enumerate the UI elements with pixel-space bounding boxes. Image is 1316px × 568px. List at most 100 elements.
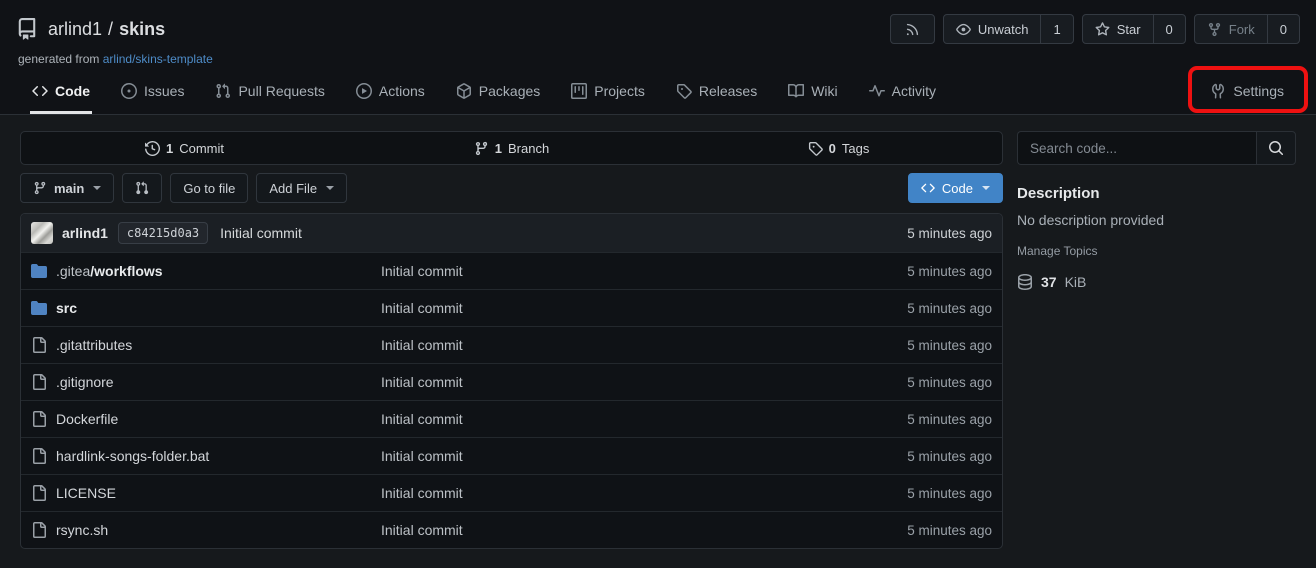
fork-button-group: Fork 0 <box>1194 14 1300 44</box>
search-button[interactable] <box>1256 131 1296 165</box>
tab-packages[interactable]: Packages <box>454 74 542 114</box>
row-commit-message[interactable]: Initial commit <box>381 485 907 501</box>
file-icon <box>31 522 47 538</box>
fork-button[interactable]: Fork <box>1195 15 1267 43</box>
unwatch-label: Unwatch <box>978 22 1029 37</box>
tags-count: 0 <box>829 141 836 156</box>
folder-icon <box>31 300 47 316</box>
main-content: 1 Commit 1 Branch 0 Tags main <box>0 115 1316 565</box>
file-link[interactable]: Dockerfile <box>56 411 118 427</box>
play-icon <box>356 83 372 99</box>
commit-time: 5 minutes ago <box>907 226 992 241</box>
add-file-button[interactable]: Add File <box>256 173 347 203</box>
star-label: Star <box>1117 22 1141 37</box>
rss-button[interactable] <box>890 14 935 44</box>
rss-icon <box>905 22 920 37</box>
file-link[interactable]: LICENSE <box>56 485 116 501</box>
branch-icon <box>33 181 47 195</box>
repo-sidebar: Description No description provided Mana… <box>1017 131 1296 549</box>
tab-actions[interactable]: Actions <box>354 74 427 114</box>
chevron-down-icon <box>982 186 990 190</box>
manage-topics-link[interactable]: Manage Topics <box>1017 244 1098 258</box>
tab-wiki-label: Wiki <box>811 83 837 99</box>
pull-request-icon <box>215 83 231 99</box>
tab-pull-requests[interactable]: Pull Requests <box>213 74 326 114</box>
commit-message-link[interactable]: Initial commit <box>220 225 302 241</box>
file-link[interactable]: hardlink-songs-folder.bat <box>56 448 209 464</box>
row-commit-message[interactable]: Initial commit <box>381 263 907 279</box>
issue-icon <box>121 83 137 99</box>
folder-link[interactable]: /workflows <box>90 263 162 279</box>
current-branch-name: main <box>54 181 84 196</box>
code-download-button[interactable]: Code <box>908 173 1003 203</box>
latest-commit-row: arlind1 c84215d0a3 Initial commit 5 minu… <box>21 214 1002 252</box>
code-search <box>1017 131 1296 165</box>
search-icon <box>1268 140 1284 156</box>
compare-button[interactable] <box>122 173 162 203</box>
row-commit-message[interactable]: Initial commit <box>381 411 907 427</box>
file-link[interactable]: .gitignore <box>56 374 114 390</box>
fork-label: Fork <box>1229 22 1255 37</box>
go-to-file-button[interactable]: Go to file <box>170 173 248 203</box>
row-time: 5 minutes ago <box>907 523 992 538</box>
repo-action-buttons: Unwatch 1 Star 0 Fork 0 <box>890 14 1300 44</box>
tags-stat[interactable]: 0 Tags <box>675 141 1002 156</box>
tab-wiki[interactable]: Wiki <box>786 74 839 114</box>
row-commit-message[interactable]: Initial commit <box>381 448 907 464</box>
row-commit-message[interactable]: Initial commit <box>381 337 907 353</box>
tab-packages-label: Packages <box>479 83 540 99</box>
eye-icon <box>956 22 971 37</box>
avatar[interactable] <box>31 222 53 244</box>
row-commit-message[interactable]: Initial commit <box>381 522 907 538</box>
template-repo-link[interactable]: arlind/skins-template <box>103 52 213 66</box>
commits-count: 1 <box>166 141 173 156</box>
tab-activity-label: Activity <box>892 83 936 99</box>
table-row: Dockerfile Initial commit 5 minutes ago <box>21 400 1002 437</box>
repo-stats-bar: 1 Commit 1 Branch 0 Tags <box>20 131 1003 165</box>
row-time: 5 minutes ago <box>907 449 992 464</box>
tab-settings-label: Settings <box>1233 83 1284 99</box>
row-time: 5 minutes ago <box>907 486 992 501</box>
tab-projects[interactable]: Projects <box>569 74 647 114</box>
tools-icon <box>1210 83 1226 99</box>
fork-icon <box>1207 22 1222 37</box>
tab-actions-label: Actions <box>379 83 425 99</box>
tab-releases[interactable]: Releases <box>674 74 759 114</box>
search-input[interactable] <box>1017 131 1256 165</box>
star-icon <box>1095 22 1110 37</box>
tab-settings[interactable]: Settings <box>1208 74 1286 114</box>
forks-count[interactable]: 0 <box>1267 15 1299 43</box>
star-button-group: Star 0 <box>1082 14 1186 44</box>
tab-code-label: Code <box>55 83 90 99</box>
row-commit-message[interactable]: Initial commit <box>381 374 907 390</box>
branch-selector[interactable]: main <box>20 173 114 203</box>
commit-hash-badge[interactable]: c84215d0a3 <box>118 222 208 244</box>
add-file-label: Add File <box>269 181 317 196</box>
repo-owner-link[interactable]: arlind1 <box>48 19 102 40</box>
stars-count[interactable]: 0 <box>1153 15 1185 43</box>
folder-path-prefix[interactable]: .gitea <box>56 263 90 279</box>
tab-code[interactable]: Code <box>30 74 92 114</box>
star-button[interactable]: Star <box>1083 15 1153 43</box>
repo-name-link[interactable]: skins <box>119 19 165 40</box>
unwatch-button[interactable]: Unwatch <box>944 15 1041 43</box>
repo-size: 37 KiB <box>1017 274 1296 290</box>
book-icon <box>788 83 804 99</box>
file-link[interactable]: rsync.sh <box>56 522 108 538</box>
row-commit-message[interactable]: Initial commit <box>381 300 907 316</box>
unwatch-button-group: Unwatch 1 <box>943 14 1074 44</box>
generated-from-label: generated from <box>18 52 99 66</box>
table-row: .gitignore Initial commit 5 minutes ago <box>21 363 1002 400</box>
database-icon <box>1017 274 1033 290</box>
tab-issues[interactable]: Issues <box>119 74 186 114</box>
file-table: arlind1 c84215d0a3 Initial commit 5 minu… <box>20 213 1003 549</box>
file-link[interactable]: .gitattributes <box>56 337 132 353</box>
watchers-count[interactable]: 1 <box>1040 15 1072 43</box>
commit-author-link[interactable]: arlind1 <box>62 225 108 241</box>
branches-stat[interactable]: 1 Branch <box>348 141 675 156</box>
table-row: src Initial commit 5 minutes ago <box>21 289 1002 326</box>
commits-stat[interactable]: 1 Commit <box>21 141 348 156</box>
tab-activity[interactable]: Activity <box>867 74 938 114</box>
chevron-down-icon <box>93 186 101 190</box>
folder-link[interactable]: src <box>56 300 77 316</box>
